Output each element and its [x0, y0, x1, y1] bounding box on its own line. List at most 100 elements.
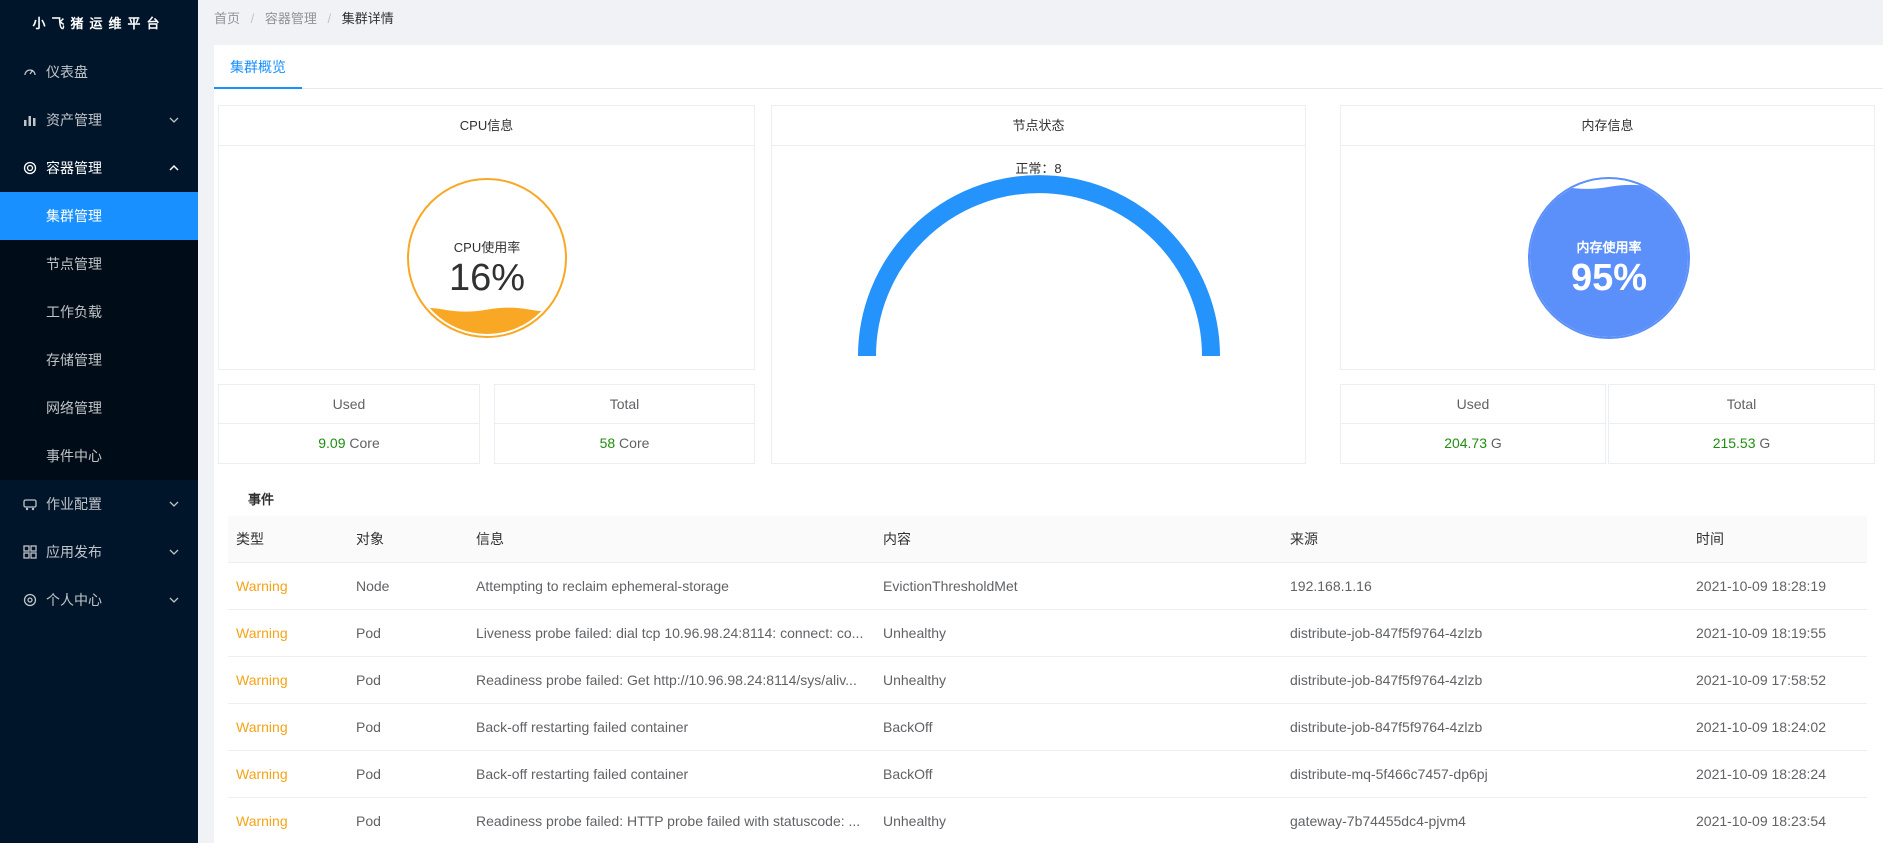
memory-info-card: 内存信息 内存使用率 95%: [1340, 105, 1875, 370]
event-source: distribute-job-847f5f9764-4zlzb: [1282, 656, 1688, 704]
event-object: Pod: [348, 750, 468, 798]
cpu-gauge-fill: [411, 307, 563, 334]
table-row: Warning Pod Liveness probe failed: dial …: [228, 609, 1867, 657]
event-reason: BackOff: [875, 750, 1282, 798]
sidebar-item-label: 资产管理: [46, 112, 102, 128]
memory-gauge-value: 95%: [1571, 257, 1647, 299]
event-object: Pod: [348, 656, 468, 704]
app-root: 小飞猪运维平台 仪表盘 资产管理 容器管理 集群管理 节点管理 工作负载 存储管…: [0, 0, 1883, 843]
event-message: Attempting to reclaim ephemeral-storage: [468, 562, 875, 610]
sidebar-item-label: 应用发布: [46, 544, 102, 560]
sidebar-item-label: 作业配置: [46, 496, 102, 512]
cpu-gauge-label: CPU使用率: [454, 240, 520, 255]
event-type: Warning: [228, 609, 348, 657]
breadcrumb-home[interactable]: 首页: [214, 11, 240, 26]
sidebar: 小飞猪运维平台 仪表盘 资产管理 容器管理 集群管理 节点管理 工作负载 存储管…: [0, 0, 198, 843]
cpu-info-card: CPU信息 CPU使用率 16%: [218, 105, 755, 370]
breadcrumb-separator: /: [250, 11, 255, 26]
event-message: Liveness probe failed: dial tcp 10.96.98…: [468, 609, 875, 657]
user-icon: [22, 592, 38, 608]
sidebar-item-cluster-management[interactable]: 集群管理: [0, 192, 198, 240]
cpu-used-stat: Used 9.09 Core: [218, 384, 480, 464]
table-row: Warning Node Attempting to reclaim ephem…: [228, 562, 1867, 610]
sidebar-item-app-release[interactable]: 应用发布: [0, 528, 198, 576]
event-source: gateway-7b74455dc4-pjvm4: [1282, 797, 1688, 843]
sidebar-item-storage[interactable]: 存储管理: [0, 336, 198, 384]
cpu-used-label: Used: [219, 385, 479, 424]
sidebar-item-label: 仪表盘: [46, 64, 88, 80]
tab-cluster-overview[interactable]: 集群概览: [214, 45, 302, 89]
column-header-type: 类型: [228, 516, 348, 563]
sidebar-item-jobs[interactable]: 作业配置: [0, 480, 198, 528]
memory-used-label: Used: [1341, 385, 1605, 424]
sidebar-item-containers[interactable]: 容器管理: [0, 144, 198, 192]
cpu-used-value: 9.09 Core: [318, 435, 380, 451]
sidebar-item-workloads[interactable]: 工作负载: [0, 288, 198, 336]
event-type: Warning: [228, 562, 348, 610]
column-header-object: 对象: [348, 516, 468, 563]
sidebar-item-network[interactable]: 网络管理: [0, 384, 198, 432]
breadcrumb-separator: /: [327, 11, 332, 26]
memory-used-stat: Used 204.73 G: [1340, 384, 1606, 464]
event-source: distribute-mq-5f466c7457-dp6pj: [1282, 750, 1688, 798]
cpu-total-label: Total: [495, 385, 754, 424]
events-title: 事件: [248, 492, 275, 507]
event-message: Readiness probe failed: HTTP probe faile…: [468, 797, 875, 843]
containers-submenu: 集群管理 节点管理 工作负载 存储管理 网络管理 事件中心: [0, 192, 198, 480]
event-object: Pod: [348, 609, 468, 657]
app-icon: [22, 544, 38, 560]
column-header-time: 时间: [1688, 516, 1867, 563]
memory-total-label: Total: [1609, 385, 1874, 424]
sidebar-item-profile[interactable]: 个人中心: [0, 576, 198, 624]
event-reason: BackOff: [875, 703, 1282, 751]
event-object: Pod: [348, 703, 468, 751]
event-object: Pod: [348, 797, 468, 843]
event-source: distribute-job-847f5f9764-4zlzb: [1282, 703, 1688, 751]
cluster-detail-panel: 集群概览 CPU信息 CPU使用率 16% Used 9.09 Core Tot…: [214, 45, 1883, 843]
sidebar-item-events[interactable]: 事件中心: [0, 432, 198, 480]
sidebar-item-node-management[interactable]: 节点管理: [0, 240, 198, 288]
memory-gauge-label: 内存使用率: [1576, 240, 1641, 255]
chevron-down-icon: [169, 597, 179, 603]
event-message: Back-off restarting failed container: [468, 703, 875, 751]
sidebar-item-assets[interactable]: 资产管理: [0, 96, 198, 144]
event-time: 2021-10-09 18:24:02: [1688, 703, 1867, 751]
event-type: Warning: [228, 797, 348, 843]
sidebar-item-label: 容器管理: [46, 160, 102, 176]
event-time: 2021-10-09 17:58:52: [1688, 656, 1867, 704]
cpu-card-title: CPU信息: [219, 106, 754, 146]
breadcrumb: 首页 / 容器管理 / 集群详情: [198, 0, 1883, 38]
cpu-gauge-value: 16%: [449, 257, 525, 299]
memory-total-stat: Total 215.53 G: [1608, 384, 1875, 464]
container-icon: [22, 160, 38, 176]
memory-used-value: 204.73 G: [1444, 435, 1502, 451]
event-type: Warning: [228, 750, 348, 798]
breadcrumb-current: 集群详情: [341, 11, 394, 26]
sidebar-item-label: 个人中心: [46, 592, 102, 608]
asset-icon: [22, 112, 38, 128]
brand-title: 小飞猪运维平台: [32, 16, 166, 31]
cpu-total-stat: Total 58 Core: [494, 384, 755, 464]
breadcrumb-parent[interactable]: 容器管理: [265, 11, 317, 26]
event-reason: EvictionThresholdMet: [875, 562, 1282, 610]
event-message: Back-off restarting failed container: [468, 750, 875, 798]
sidebar-item-dashboard[interactable]: 仪表盘: [0, 48, 198, 96]
event-time: 2021-10-09 18:28:19: [1688, 562, 1867, 610]
event-object: Node: [348, 562, 468, 610]
event-source: distribute-job-847f5f9764-4zlzb: [1282, 609, 1688, 657]
tab-bar: 集群概览: [214, 45, 1883, 89]
node-status-arc: [858, 175, 1220, 357]
memory-gauge: 内存使用率 95%: [1528, 177, 1690, 339]
chevron-up-icon: [169, 164, 179, 171]
event-reason: Unhealthy: [875, 656, 1282, 704]
dashboard-icon: [22, 64, 38, 80]
event-time: 2021-10-09 18:23:54: [1688, 797, 1867, 843]
cpu-total-value: 58 Core: [599, 435, 650, 451]
event-time: 2021-10-09 18:28:24: [1688, 750, 1867, 798]
node-status-card: 节点状态 正常：8: [771, 105, 1306, 464]
event-type: Warning: [228, 656, 348, 704]
table-row: Warning Pod Back-off restarting failed c…: [228, 703, 1867, 751]
table-header-row: 类型 对象 信息 内容 来源 时间: [228, 516, 1867, 563]
table-row: Warning Pod Readiness probe failed: Get …: [228, 656, 1867, 704]
chevron-down-icon: [169, 501, 179, 507]
